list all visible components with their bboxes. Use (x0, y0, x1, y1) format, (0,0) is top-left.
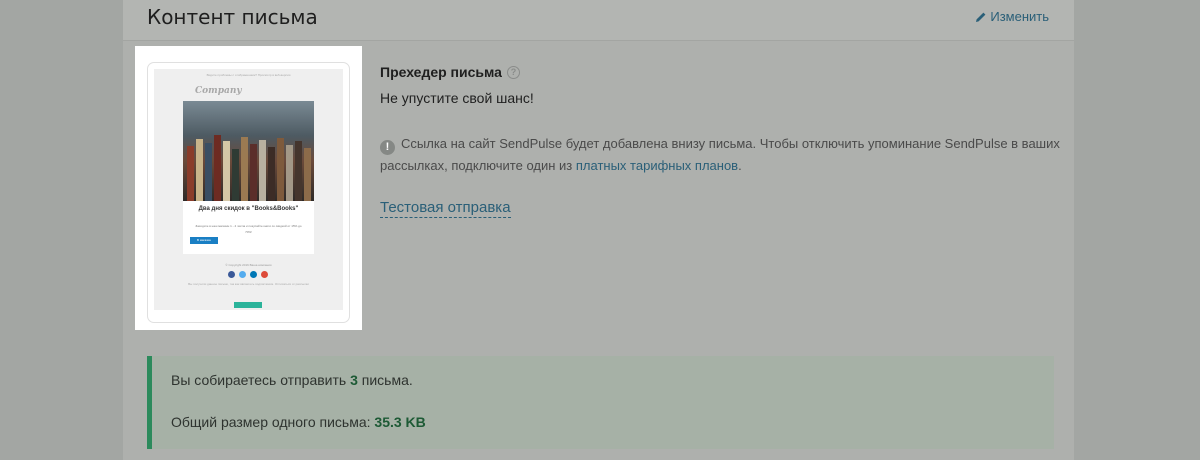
twitter-icon (239, 271, 246, 278)
pencil-icon (976, 12, 986, 22)
preview-button: В магазин (190, 237, 218, 244)
summary-line1-prefix: Вы собираетесь отправить (171, 372, 347, 388)
summary-line1-suffix: письма. (361, 372, 413, 388)
preview-top-text: Видите проблемы с отображением? Просмотр… (206, 73, 291, 77)
preview-footer-small: Вы получили данное письмо, так как являе… (188, 282, 309, 286)
sendpulse-notice: ! Ссылка на сайт SendPulse будет добавлен… (380, 133, 1060, 176)
preview-footer: © Copyright 2016 Ваша компания (225, 263, 272, 267)
preheader-title-label: Прехедер письма (380, 64, 502, 80)
preheader-text: Не упустите свой шанс! (380, 90, 534, 106)
preview-body-text: Заходите в наш магазин 1 - 4 числа и пок… (195, 224, 302, 234)
summary-count: 3 (350, 372, 358, 388)
panel-header: Контент письма Изменить (123, 0, 1074, 41)
summary-line2-prefix: Общий размер одного письма: (171, 414, 371, 430)
send-summary: Вы собираетесь отправить 3 письма. Общий… (147, 356, 1054, 449)
info-icon: ! (380, 140, 395, 155)
edit-link-label: Изменить (990, 9, 1049, 24)
preview-card: Видите проблемы с отображением? Просмотр… (147, 62, 350, 323)
summary-recipients: Вы собираетесь отправить 3 письма. (171, 372, 413, 388)
preheader-title: Прехедер письма ? (380, 64, 520, 80)
preview-thumbnail: Видите проблемы с отображением? Просмотр… (154, 69, 343, 310)
summary-size-value: 35.3 KB (374, 414, 426, 430)
paid-plans-link[interactable]: платных тарифных планов (576, 158, 738, 173)
preview-social-icons (228, 271, 268, 278)
preview-logo: Company (195, 86, 242, 96)
notice-tail: . (738, 158, 742, 173)
google-plus-icon (261, 271, 268, 278)
linkedin-icon (250, 271, 257, 278)
sendpulse-badge (234, 302, 262, 308)
preview-headline: Два дня скидок в "Books&Books" (198, 206, 299, 212)
preview-hero-image (183, 101, 314, 201)
summary-size: Общий размер одного письма: 35.3 KB (171, 414, 426, 430)
help-icon[interactable]: ? (506, 65, 520, 79)
email-content-panel: Контент письма Изменить Видите проблемы … (123, 0, 1074, 460)
facebook-icon (228, 271, 235, 278)
test-send-link[interactable]: Тестовая отправка (380, 199, 511, 218)
preview-body: Два дня скидок в "Books&Books" Заходите … (183, 201, 314, 254)
edit-link[interactable]: Изменить (975, 9, 1049, 24)
panel-title: Контент письма (147, 5, 318, 29)
email-preview[interactable]: Видите проблемы с отображением? Просмотр… (135, 46, 362, 330)
